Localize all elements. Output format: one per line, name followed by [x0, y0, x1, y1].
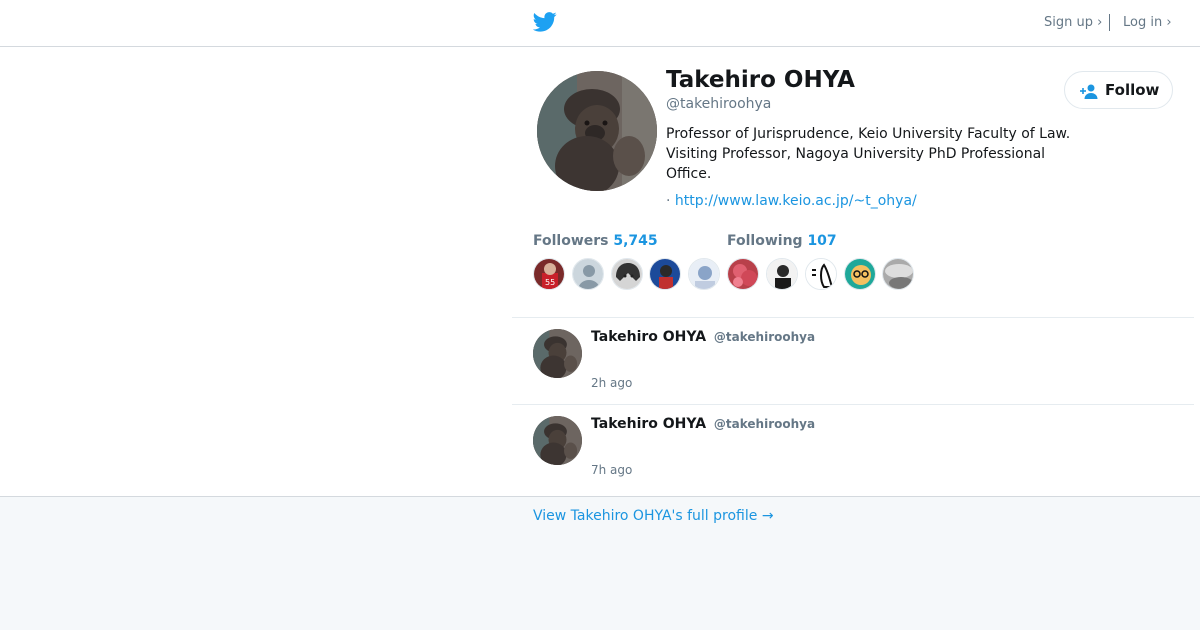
url-bullet: · [666, 193, 671, 209]
full-profile-link[interactable]: View Takehiro OHYA's full profile → [533, 508, 774, 524]
signup-link[interactable]: Sign up › [1044, 15, 1102, 30]
follower-avatar[interactable] [688, 258, 720, 290]
profile-handle: @takehiroohya [666, 96, 772, 112]
followers-label: Followers [533, 233, 609, 249]
tweet-avatar[interactable] [533, 416, 582, 465]
follower-avatar[interactable] [805, 258, 837, 290]
following-label: Following [727, 233, 803, 249]
follower-avatar[interactable] [766, 258, 798, 290]
svg-text:55: 55 [545, 278, 555, 287]
nav-divider [1109, 14, 1110, 31]
profile-avatar[interactable] [537, 71, 657, 191]
tweet-author-handle: @takehiroohya [713, 330, 816, 344]
profile-footer: View Takehiro OHYA's full profile → [0, 496, 1200, 630]
login-link[interactable]: Log in › [1123, 15, 1172, 30]
tweet-author-name: Takehiro OHYA [591, 416, 707, 432]
tweet-author-handle: @takehiroohya [713, 417, 816, 431]
top-bar: Sign up › Log in › [0, 0, 1200, 47]
tweet-item[interactable]: Takehiro OHYA @takehiroohya 2h ago [512, 317, 1194, 404]
follower-avatar[interactable] [649, 258, 681, 290]
tweet-item[interactable]: Takehiro OHYA @takehiroohya 7h ago [512, 404, 1194, 491]
avatar-statue-image [537, 71, 657, 191]
follower-avatar[interactable]: 55 [533, 258, 565, 290]
tweet-author[interactable]: Takehiro OHYA @takehiroohya [591, 416, 815, 432]
follower-avatar[interactable] [844, 258, 876, 290]
tweet-author[interactable]: Takehiro OHYA @takehiroohya [591, 329, 815, 345]
follow-label: Follow [1105, 81, 1160, 99]
followers-count: 5,745 [613, 233, 658, 249]
following-count: 107 [807, 233, 837, 249]
add-user-icon [1080, 84, 1098, 99]
followers-stat[interactable]: Followers 5,745 [533, 233, 658, 249]
following-stat[interactable]: Following 107 [727, 233, 837, 249]
profile-name: Takehiro OHYA [666, 67, 855, 93]
follow-button[interactable]: Follow [1064, 71, 1173, 109]
profile-url-link[interactable]: http://www.law.keio.ac.jp/~t_ohya/ [675, 193, 917, 209]
follower-avatar[interactable] [727, 258, 759, 290]
tweet-author-name: Takehiro OHYA [591, 329, 707, 345]
twitter-bird-icon[interactable] [533, 11, 557, 33]
tweet-avatar[interactable] [533, 329, 582, 378]
profile-bio: Professor of Jurisprudence, Keio Univers… [666, 126, 1071, 182]
follower-avatar[interactable] [611, 258, 643, 290]
follower-avatar[interactable] [572, 258, 604, 290]
follower-avatar[interactable] [882, 258, 914, 290]
profile-url-row: · http://www.law.keio.ac.jp/~t_ohya/ [666, 193, 917, 209]
tweet-timestamp[interactable]: 2h ago [591, 376, 632, 390]
tweet-timestamp[interactable]: 7h ago [591, 463, 632, 477]
